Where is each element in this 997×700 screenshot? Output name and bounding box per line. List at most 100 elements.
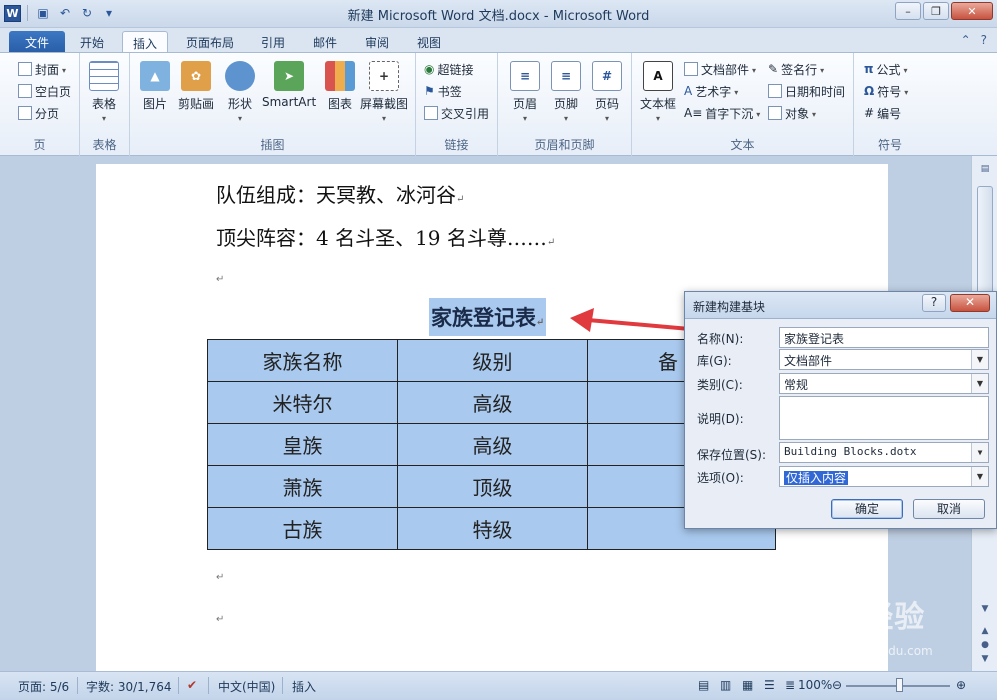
table-cell[interactable]: 级别 xyxy=(397,339,588,382)
table-cell[interactable]: 高级 xyxy=(397,381,588,424)
tab-references[interactable]: 引用 xyxy=(251,31,295,52)
table-cell[interactable]: 家族名称 xyxy=(207,339,398,382)
dialog-help-button[interactable]: ? xyxy=(922,294,946,312)
date-time-button[interactable]: 日期和时间 xyxy=(768,81,845,101)
new-building-block-dialog[interactable]: 新建构建基块 ? ✕ 名称(N): 家族登记表 库(G): 文档部件 ▼ 类别(C… xyxy=(684,291,997,529)
gallery-label: 库(G): xyxy=(697,354,732,368)
table-cell[interactable]: 古族 xyxy=(207,507,398,550)
ruler-toggle-icon[interactable]: ▤ xyxy=(976,164,994,180)
help-icon[interactable]: ? xyxy=(981,33,987,47)
category-select[interactable]: 常规 ▼ xyxy=(779,373,989,394)
name-field[interactable]: 家族登记表 xyxy=(779,327,989,348)
drop-cap-button[interactable]: A≡ 首字下沉 ▾ xyxy=(684,103,760,123)
hyperlink-button[interactable]: ◉ 超链接 xyxy=(424,59,474,79)
zoom-out-icon[interactable]: ⊖ xyxy=(832,678,842,692)
chevron-down-icon[interactable]: ▼ xyxy=(971,350,988,369)
minimize-button[interactable]: – xyxy=(895,2,921,20)
header-button[interactable]: ≡ 页眉 ▾ xyxy=(510,61,540,123)
language[interactable]: 中文(中国) xyxy=(218,678,275,695)
zoom-level[interactable]: 100% xyxy=(798,678,832,692)
table-cell[interactable]: 米特尔 xyxy=(207,381,398,424)
page-count[interactable]: 页面: 5/6 xyxy=(18,678,69,695)
outline-view-icon[interactable]: ☰ xyxy=(764,678,775,692)
scroll-down-icon[interactable]: ▼ xyxy=(976,604,994,620)
group-text: A 文本框 ▾ 文档部件 ▾ A 艺术字 ▾ A≡ 首字下沉 ▾ ✎ 签名行 ▾ 日期和时间 对象… xyxy=(632,53,854,156)
chevron-down-icon[interactable]: ▼ xyxy=(971,467,988,486)
table-cell[interactable]: 高级 xyxy=(397,423,588,466)
selected-heading[interactable]: 家族登记表↵ xyxy=(429,298,547,336)
dialog-title-bar[interactable]: 新建构建基块 ? ✕ xyxy=(685,292,996,319)
screenshot-button[interactable]: + 屏幕截图 ▾ xyxy=(360,61,408,123)
wordart-label: 艺术字 xyxy=(695,84,732,99)
screenshot-label: 屏幕截图 xyxy=(360,97,409,111)
options-select[interactable]: 仅插入内容 ▼ xyxy=(779,466,989,487)
ok-button[interactable]: 确定 xyxy=(831,499,903,519)
zoom-in-icon[interactable]: ⊕ xyxy=(956,678,966,692)
print-layout-view-icon[interactable]: ▤ xyxy=(698,678,709,692)
restore-button[interactable]: ❐ xyxy=(923,2,949,20)
page-number-button[interactable]: # 页码 ▾ xyxy=(592,61,622,123)
minimize-ribbon-icon[interactable]: ⌃ xyxy=(961,33,971,47)
proofing-icon[interactable]: ✔ xyxy=(187,678,197,692)
save-in-select[interactable]: Building Blocks.dotx ▼ xyxy=(779,442,989,463)
word-count[interactable]: 字数: 30/1,764 xyxy=(86,678,172,695)
table-cell[interactable]: 萧族 xyxy=(207,465,398,508)
object-icon xyxy=(768,106,782,120)
symbol-button[interactable]: Ω 符号 ▾ xyxy=(864,81,908,101)
text-box-button[interactable]: A 文本框 ▾ xyxy=(640,61,676,123)
text-line[interactable]: 顶尖阵容：4 名斗圣、19 名斗尊……↵ xyxy=(216,222,555,251)
draft-view-icon[interactable]: ≣ xyxy=(785,678,795,692)
cover-page-button[interactable]: 封面 ▾ xyxy=(18,59,66,79)
picture-button[interactable]: ▲ 图片 xyxy=(140,61,170,112)
tab-review[interactable]: 审阅 xyxy=(355,31,399,52)
tab-mailings[interactable]: 邮件 xyxy=(303,31,347,52)
bookmark-button[interactable]: ⚑ 书签 xyxy=(424,81,462,101)
tab-view[interactable]: 视图 xyxy=(407,31,451,52)
paragraph-mark: ↵ xyxy=(546,237,556,248)
blank-page-button[interactable]: 空白页 xyxy=(18,81,71,101)
next-page-icon[interactable]: ▼ xyxy=(976,654,994,670)
footer-button[interactable]: ≡ 页脚 ▾ xyxy=(551,61,581,123)
tab-home[interactable]: 开始 xyxy=(70,31,114,52)
tab-file[interactable]: 文件 xyxy=(9,31,65,52)
chevron-down-icon: ▾ xyxy=(904,87,909,97)
tab-page-layout[interactable]: 页面布局 xyxy=(176,31,244,52)
table-cell[interactable]: 特级 xyxy=(397,507,588,550)
chart-button[interactable]: 图表 xyxy=(325,61,355,112)
shapes-button[interactable]: 形状 ▾ xyxy=(225,61,255,123)
zoom-slider-thumb[interactable] xyxy=(896,678,903,692)
tab-insert[interactable]: 插入 xyxy=(122,31,169,52)
smartart-button[interactable]: ➤ SmartArt xyxy=(262,61,316,109)
blank-page-icon xyxy=(18,84,32,98)
web-layout-view-icon[interactable]: ▦ xyxy=(742,678,753,692)
close-button[interactable]: ✕ xyxy=(951,2,993,20)
signature-line-button[interactable]: ✎ 签名行 ▾ xyxy=(768,59,824,79)
window-controls: – ❐ ✕ xyxy=(895,2,993,20)
text-line[interactable]: 队伍组成：天冥教、冰河谷↵ xyxy=(216,179,464,208)
equation-button[interactable]: π 公式 ▾ xyxy=(864,59,908,79)
clipart-label: 剪贴画 xyxy=(178,97,215,111)
table-cell[interactable]: 皇族 xyxy=(207,423,398,466)
chevron-down-icon[interactable]: ▼ xyxy=(971,374,988,393)
numbering-button[interactable]: # 编号 xyxy=(864,103,901,123)
wordart-button[interactable]: A 艺术字 ▾ xyxy=(684,81,738,101)
object-button[interactable]: 对象 ▾ xyxy=(768,103,816,123)
chevron-down-icon[interactable]: ▼ xyxy=(971,443,988,462)
quick-parts-button[interactable]: 文档部件 ▾ xyxy=(684,59,756,79)
description-field[interactable] xyxy=(779,396,989,440)
table-button[interactable]: 表格 ▾ xyxy=(89,61,119,123)
table-cell[interactable]: 顶级 xyxy=(397,465,588,508)
clipart-button[interactable]: ✿ 剪贴画 xyxy=(178,61,214,112)
chevron-down-icon: ▾ xyxy=(756,109,761,119)
insert-mode[interactable]: 插入 xyxy=(292,678,316,695)
cancel-button[interactable]: 取消 xyxy=(913,499,985,519)
heading-text: 家族登记表 xyxy=(431,305,536,330)
omega-icon: Ω xyxy=(864,84,875,98)
full-screen-view-icon[interactable]: ▥ xyxy=(720,678,731,692)
page-break-button[interactable]: 分页 xyxy=(18,103,59,123)
dialog-close-button[interactable]: ✕ xyxy=(950,294,990,312)
cross-reference-button[interactable]: 交叉引用 xyxy=(424,103,489,123)
group-label-links: 链接 xyxy=(444,138,469,152)
gallery-select[interactable]: 文档部件 ▼ xyxy=(779,349,989,370)
picture-label: 图片 xyxy=(142,97,167,111)
